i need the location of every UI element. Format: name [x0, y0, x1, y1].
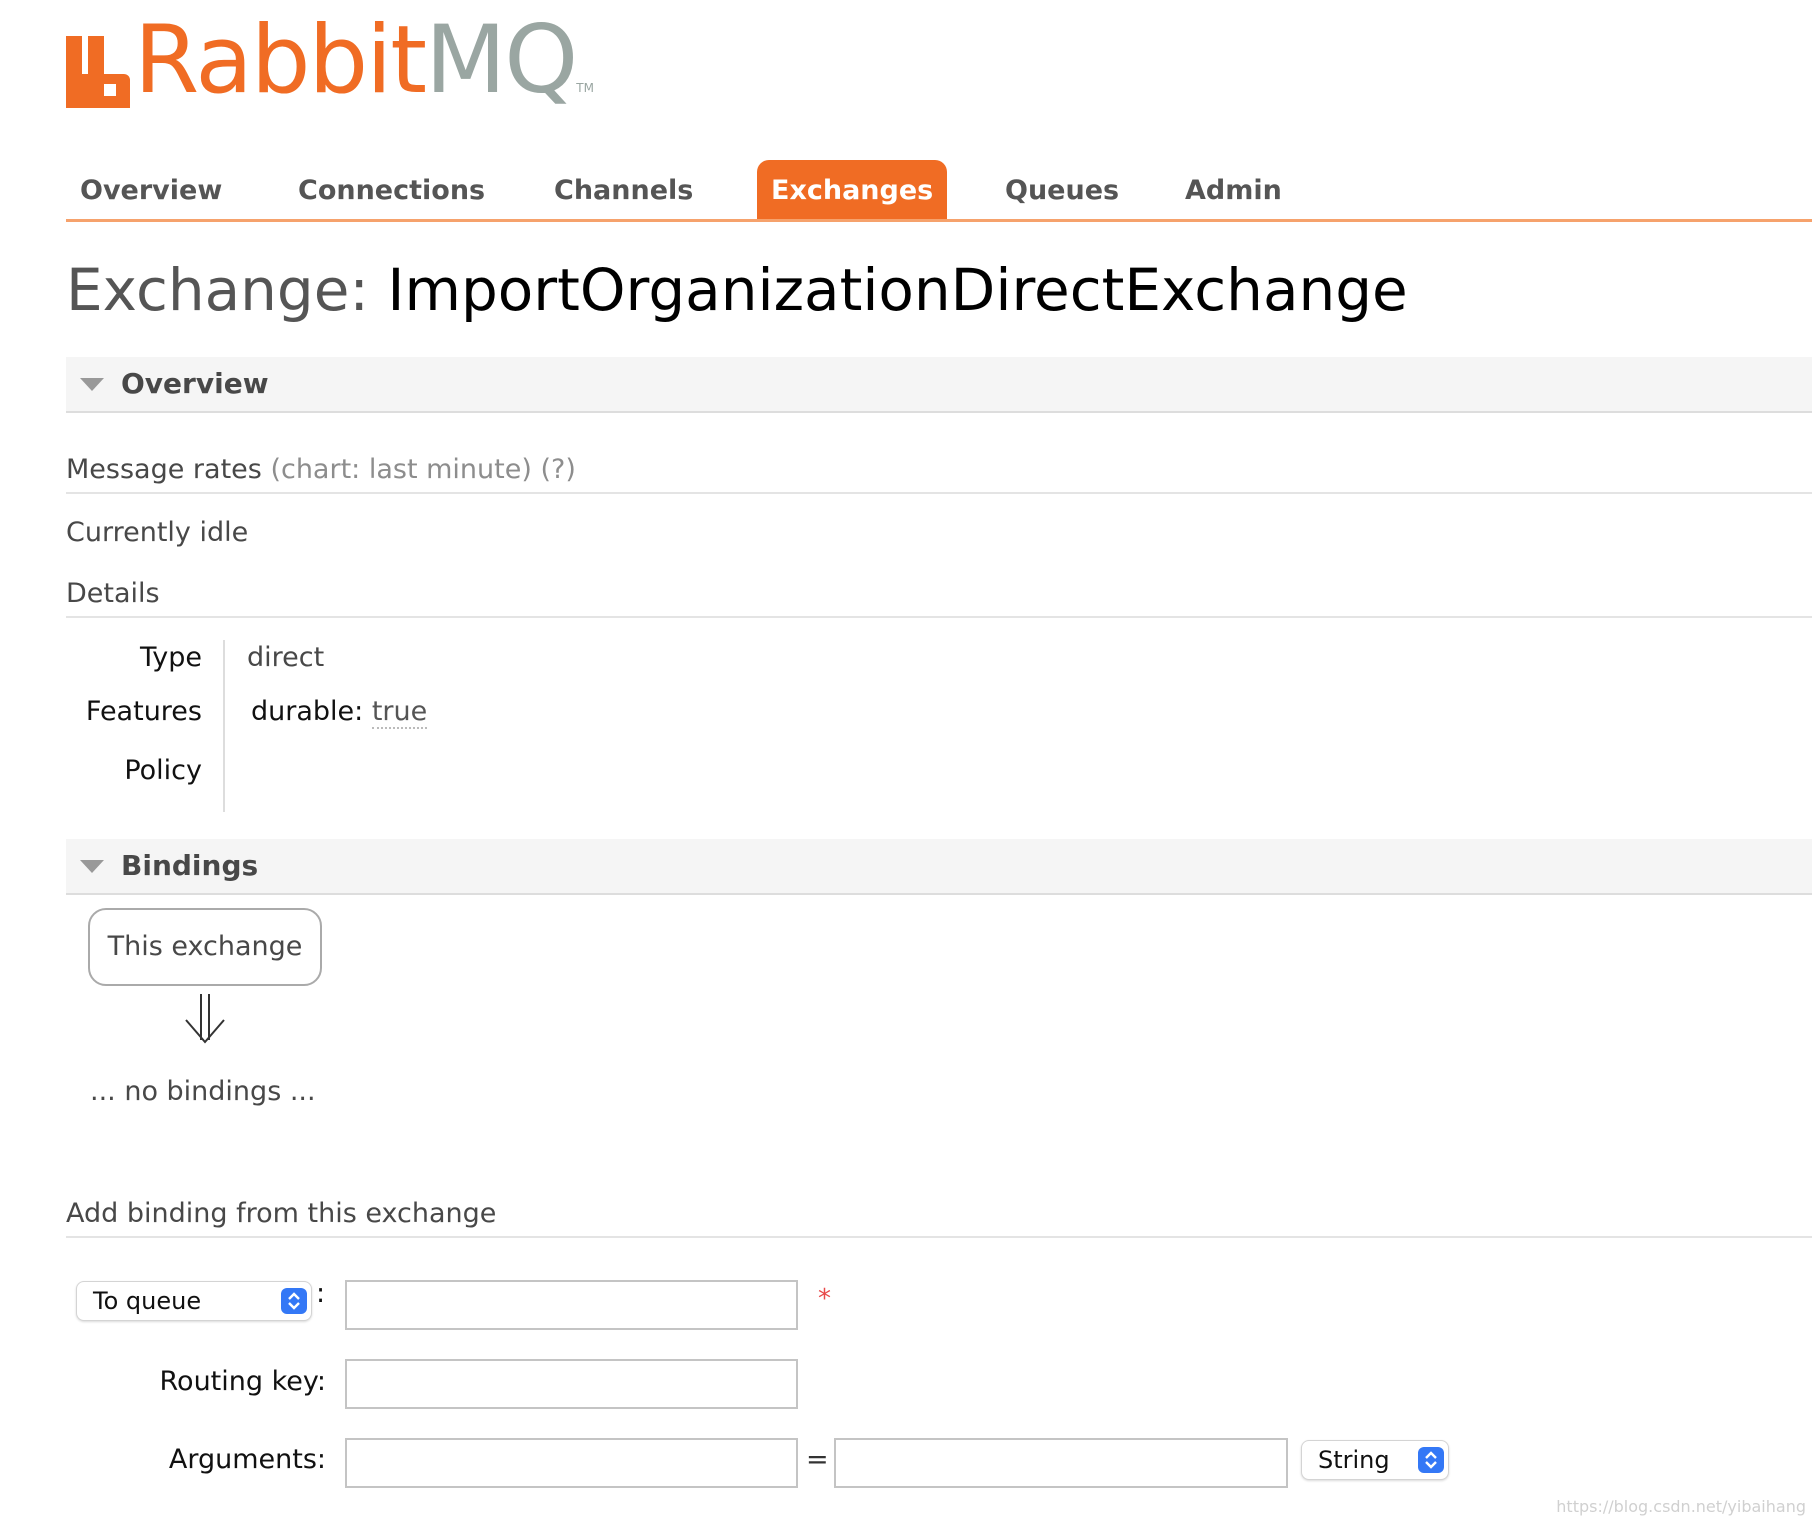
required-marker: * — [818, 1284, 831, 1314]
select-arrows-icon — [1418, 1447, 1444, 1473]
equals-sign: = — [806, 1444, 829, 1475]
page-title-prefix: Exchange: — [66, 256, 369, 324]
watermark: https://blog.csdn.net/yibaihang — [1556, 1497, 1806, 1516]
select-arrows-icon — [281, 1288, 307, 1314]
help-link[interactable]: (?) — [540, 454, 575, 485]
features-label: Features — [85, 696, 202, 727]
routing-key-input[interactable] — [345, 1359, 798, 1409]
argument-type-value: String — [1318, 1446, 1390, 1474]
destination-input[interactable] — [345, 1280, 798, 1330]
durable-key: durable: — [251, 696, 364, 727]
double-down-arrow-icon — [185, 994, 225, 1044]
collapse-triangle-icon — [80, 860, 104, 873]
durable-value: true — [371, 696, 428, 729]
routing-key-label: Routing key: — [159, 1366, 327, 1397]
this-exchange-box: This exchange — [88, 908, 322, 986]
tab-queues[interactable]: Queues — [991, 160, 1133, 219]
message-rates-label: Message rates — [66, 454, 262, 485]
tab-overview[interactable]: Overview — [66, 160, 236, 219]
details-heading: Details — [66, 574, 1812, 618]
type-label: Type — [139, 642, 202, 673]
status-text: Currently idle — [66, 517, 249, 548]
destination-type-value: To queue — [93, 1287, 202, 1315]
destination-type-select[interactable]: To queue — [76, 1281, 312, 1321]
tab-channels[interactable]: Channels — [540, 160, 707, 219]
destination-colon: : — [316, 1278, 326, 1309]
message-rates-heading: Message rates (chart: last minute) (?) — [66, 450, 1812, 494]
chart-range-link[interactable]: (chart: last minute) — [270, 454, 531, 485]
logo-trademark: TM — [576, 81, 594, 95]
details-divider — [223, 640, 225, 812]
details-heading-label: Details — [66, 578, 160, 609]
overview-section-header[interactable]: Overview — [66, 357, 1812, 413]
argument-key-input[interactable] — [345, 1438, 798, 1488]
logo-brand-part2: MQ — [425, 6, 578, 115]
rabbitmq-logo-text: RabbitMQTM — [134, 14, 594, 108]
policy-label: Policy — [124, 755, 202, 786]
tab-connections[interactable]: Connections — [284, 160, 499, 219]
logo-brand-part1: Rabbit — [134, 6, 427, 115]
rabbitmq-logo-icon — [66, 36, 130, 108]
bindings-section-header[interactable]: Bindings — [66, 839, 1812, 895]
details-table: Type Features Policy direct durable: tru… — [66, 640, 566, 812]
bindings-section-label: Bindings — [121, 849, 259, 882]
overview-section-label: Overview — [121, 367, 269, 400]
argument-value-input[interactable] — [834, 1438, 1288, 1488]
tab-admin[interactable]: Admin — [1171, 160, 1296, 219]
type-value: direct — [247, 642, 325, 673]
arguments-label: Arguments: — [168, 1444, 326, 1475]
page-title: Exchange: ImportOrganizationDirectExchan… — [66, 254, 1408, 326]
details-labels: Type Features Policy — [66, 640, 202, 812]
no-bindings-text: ... no bindings ... — [90, 1076, 316, 1107]
argument-type-select[interactable]: String — [1301, 1440, 1449, 1480]
collapse-triangle-icon — [80, 378, 104, 391]
tab-exchanges[interactable]: Exchanges — [757, 160, 948, 219]
add-binding-heading-label: Add binding from this exchange — [66, 1198, 497, 1229]
add-binding-heading: Add binding from this exchange — [66, 1194, 1812, 1238]
main-nav-tabs: Overview Connections Channels Exchanges … — [66, 160, 1812, 222]
exchange-name: ImportOrganizationDirectExchange — [387, 256, 1408, 324]
features-value: durable: true — [251, 696, 428, 729]
